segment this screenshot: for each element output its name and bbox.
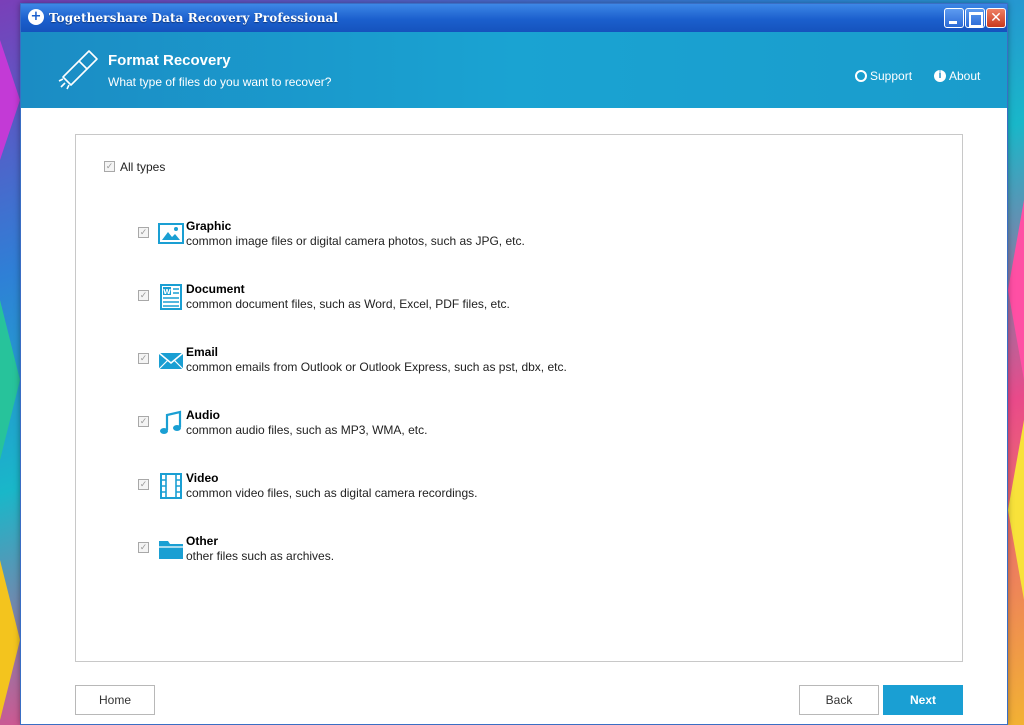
image-icon — [158, 223, 184, 244]
about-link[interactable]: i About — [934, 68, 980, 84]
email-description: common emails from Outlook or Outlook Ex… — [186, 360, 567, 374]
about-label: About — [949, 69, 981, 83]
other-checkbox[interactable]: ✓ — [138, 542, 149, 553]
other-name: Other — [186, 534, 219, 548]
graphic-description: common image files or digital camera pho… — [186, 234, 525, 248]
graphic-checkbox[interactable]: ✓ — [138, 227, 149, 238]
close-button[interactable]: ✕ — [986, 8, 1006, 28]
file-type-panel: ✓ All types ✓ Graphic common image files… — [75, 134, 963, 662]
window-title: Togethershare Data Recovery Professional — [49, 11, 339, 25]
file-type-audio[interactable]: ✓ Audio common audio files, such as MP3,… — [138, 408, 838, 444]
document-icon: W — [160, 284, 182, 310]
eraser-icon — [58, 50, 98, 90]
envelope-icon — [158, 352, 184, 370]
file-type-document[interactable]: ✓ W Document common document files, such… — [138, 282, 838, 318]
back-button[interactable]: Back — [799, 685, 879, 715]
support-link[interactable]: Support — [855, 68, 912, 84]
svg-text:W: W — [163, 288, 171, 296]
home-button[interactable]: Home — [75, 685, 155, 715]
email-name: Email — [186, 345, 219, 359]
desktop-shard — [0, 40, 20, 160]
page-subtitle: What type of files do you want to recove… — [108, 75, 332, 89]
audio-name: Audio — [186, 408, 220, 422]
document-description: common document files, such as Word, Exc… — [186, 297, 510, 311]
desktop-shard — [1008, 200, 1024, 380]
close-icon: ✕ — [990, 10, 1002, 26]
title-bar[interactable]: + Togethershare Data Recovery Profession… — [21, 4, 1007, 32]
email-checkbox[interactable]: ✓ — [138, 353, 149, 364]
audio-description: common audio files, such as MP3, WMA, et… — [186, 423, 428, 437]
file-type-other[interactable]: ✓ Other other files such as archives. — [138, 534, 838, 570]
lifebuoy-icon — [855, 70, 867, 82]
desktop-shard — [0, 300, 20, 460]
graphic-name: Graphic — [186, 219, 232, 233]
document-checkbox[interactable]: ✓ — [138, 290, 149, 301]
info-icon: i — [934, 70, 946, 82]
document-name: Document — [186, 282, 245, 296]
all-types-label: All types — [120, 160, 166, 174]
file-type-email[interactable]: ✓ Email common emails from Outlook or Ou… — [138, 345, 838, 381]
video-description: common video files, such as digital came… — [186, 486, 478, 500]
video-checkbox[interactable]: ✓ — [138, 479, 149, 490]
film-icon — [160, 473, 182, 499]
music-note-icon — [160, 410, 182, 434]
page-title: Format Recovery — [108, 52, 231, 69]
support-label: Support — [870, 69, 913, 83]
audio-checkbox[interactable]: ✓ — [138, 416, 149, 427]
next-button[interactable]: Next — [883, 685, 963, 715]
minimize-button[interactable] — [944, 8, 964, 28]
maximize-button[interactable] — [965, 8, 985, 28]
maximize-icon — [966, 9, 984, 27]
video-name: Video — [186, 471, 219, 485]
other-description: other files such as archives. — [186, 549, 335, 563]
desktop-shard — [0, 560, 20, 720]
minimize-icon — [945, 9, 963, 27]
app-logo-icon: + — [28, 9, 44, 25]
page-header: Format Recovery What type of files do yo… — [21, 32, 1007, 108]
folder-icon — [159, 541, 183, 559]
file-type-video[interactable]: ✓ Video common video files, such as digi… — [138, 471, 838, 507]
desktop-shard — [1008, 420, 1024, 600]
all-types-checkbox[interactable]: ✓ — [104, 161, 115, 172]
file-type-graphic[interactable]: ✓ Graphic common image files or digital … — [138, 219, 838, 255]
app-window: + Togethershare Data Recovery Profession… — [20, 3, 1008, 725]
